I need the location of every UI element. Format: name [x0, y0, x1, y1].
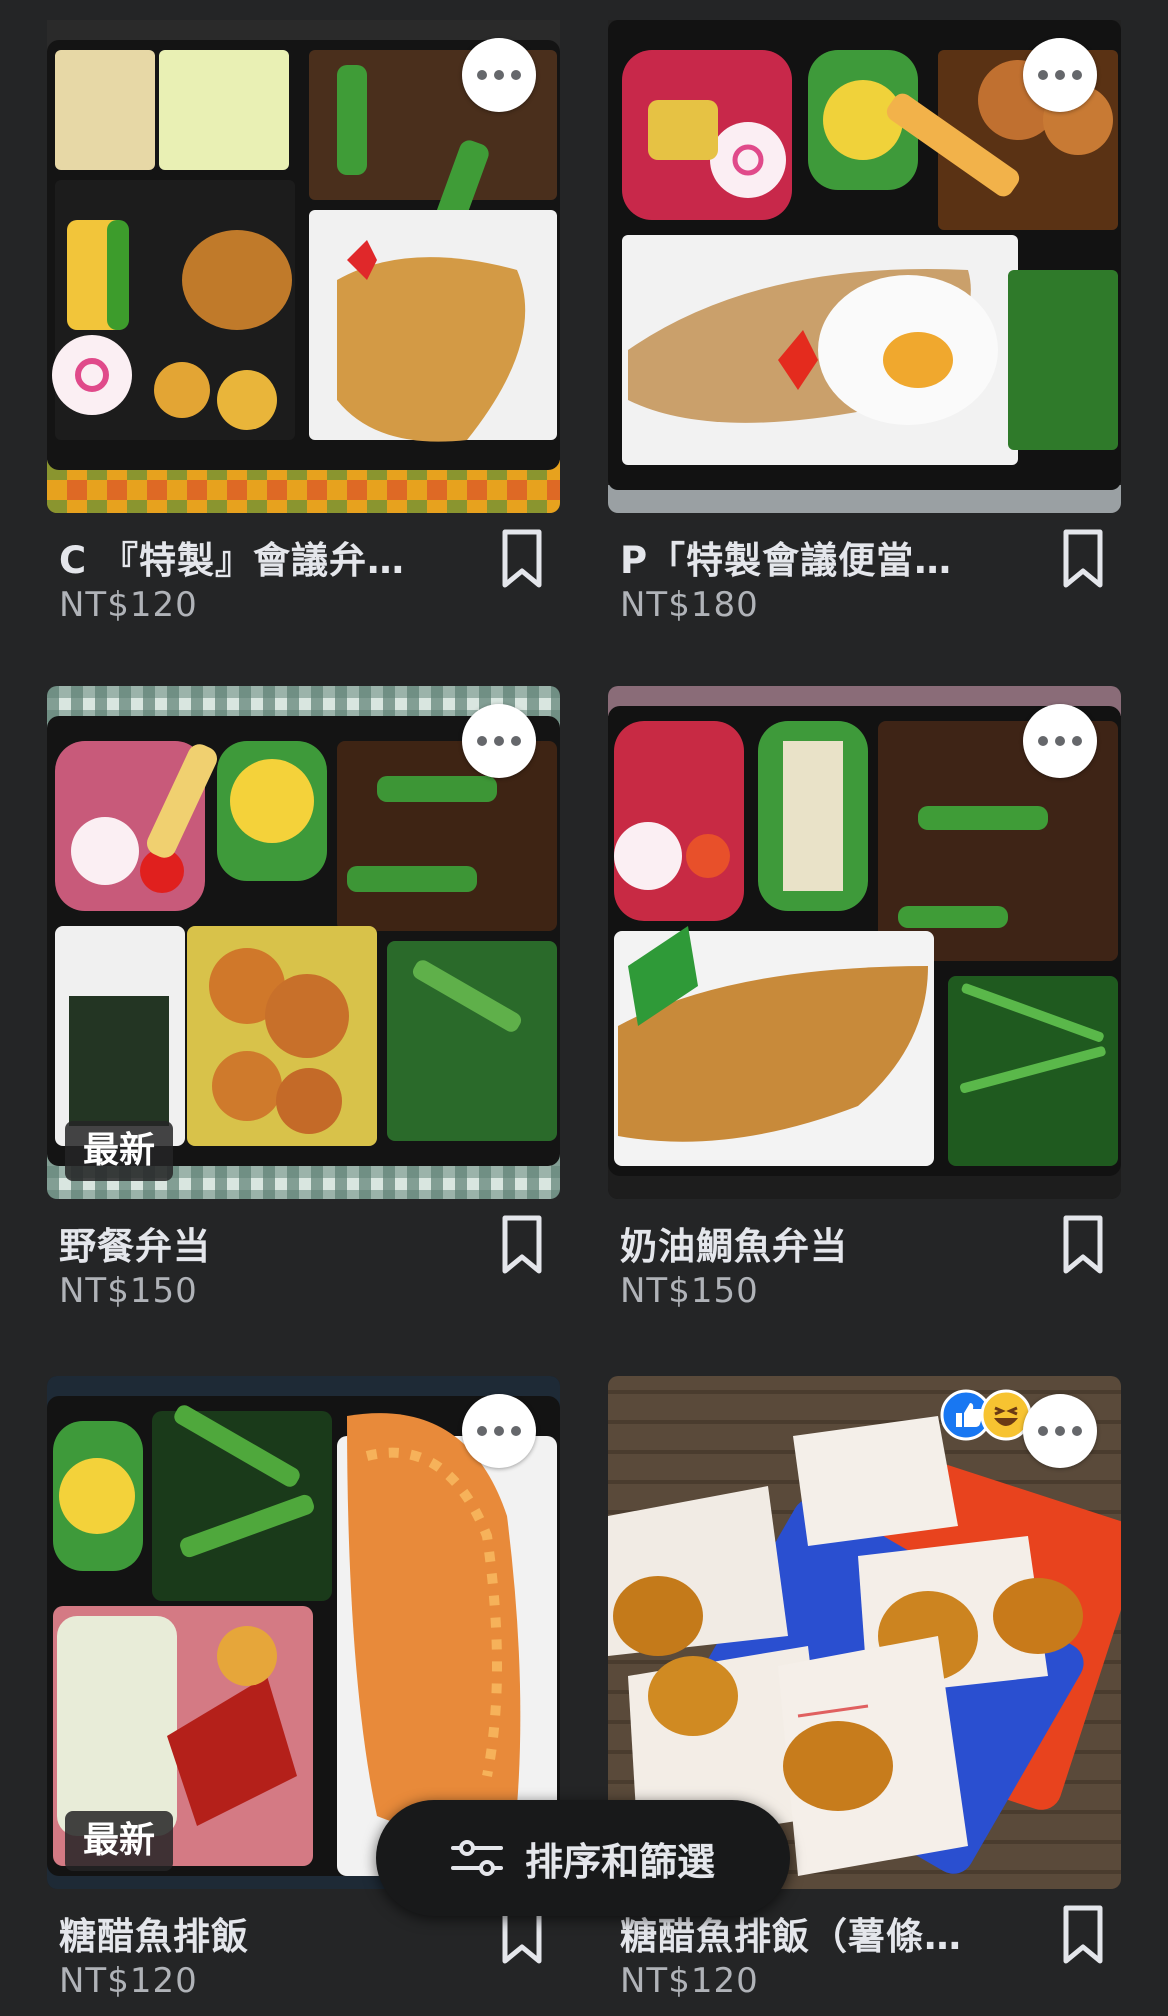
- listing-price: NT$120: [59, 585, 198, 625]
- more-options-button[interactable]: [462, 704, 536, 778]
- listing-price: NT$120: [620, 1961, 759, 2001]
- sort-filter-button[interactable]: 排序和篩選: [376, 1800, 790, 1916]
- new-badge: 最新: [65, 1811, 174, 1871]
- listing-card[interactable]: 最新 野餐弁当 NT$150: [47, 686, 560, 1311]
- dot: [511, 70, 521, 80]
- dot: [494, 736, 504, 746]
- listing-title[interactable]: C 『特製』會議弁…: [59, 530, 405, 584]
- listing-title[interactable]: 糖醋魚排飯: [59, 1906, 249, 1960]
- dot: [511, 736, 521, 746]
- dot: [1072, 736, 1082, 746]
- more-options-button[interactable]: [1023, 704, 1097, 778]
- dot: [1072, 1426, 1082, 1436]
- listing-price: NT$150: [59, 1271, 198, 1311]
- listing-title[interactable]: P「特製會議便當…: [620, 530, 952, 584]
- marketplace-grid: C 『特製』會議弁… NT$120 P「特製會議便當… NT$180 最新 野餐…: [0, 0, 1168, 2016]
- dot: [1055, 736, 1065, 746]
- listing-card[interactable]: C 『特製』會議弁… NT$120: [47, 0, 560, 625]
- reactions: [940, 1389, 1032, 1441]
- more-options-button[interactable]: [1023, 38, 1097, 112]
- dot: [1038, 736, 1048, 746]
- dot: [1038, 1426, 1048, 1436]
- dot: [477, 736, 487, 746]
- more-options-button[interactable]: [462, 1394, 536, 1468]
- listing-price: NT$150: [620, 1271, 759, 1311]
- listing-photo[interactable]: 最新: [47, 686, 560, 1199]
- sliders-icon: [450, 1840, 503, 1876]
- dot: [511, 1426, 521, 1436]
- listing-price: NT$180: [620, 585, 759, 625]
- dot: [477, 70, 487, 80]
- more-options-button[interactable]: [1023, 1394, 1097, 1468]
- dot: [1055, 70, 1065, 80]
- dot: [477, 1426, 487, 1436]
- listing-photo[interactable]: [608, 20, 1121, 513]
- dot: [1055, 1426, 1065, 1436]
- listing-photo[interactable]: [47, 20, 560, 513]
- more-options-button[interactable]: [462, 38, 536, 112]
- listing-title[interactable]: 野餐弁当: [59, 1216, 211, 1270]
- dot: [1038, 70, 1048, 80]
- listing-card[interactable]: P「特製會議便當… NT$180: [608, 0, 1121, 625]
- listing-photo[interactable]: [608, 686, 1121, 1199]
- dot: [494, 70, 504, 80]
- dot: [1072, 70, 1082, 80]
- bookmark-icon[interactable]: [1061, 1214, 1105, 1276]
- bookmark-icon[interactable]: [1061, 1904, 1105, 1966]
- listing-card[interactable]: 奶油鯛魚弁当 NT$150: [608, 686, 1121, 1311]
- bookmark-icon[interactable]: [500, 1214, 544, 1276]
- listing-price: NT$120: [59, 1961, 198, 2001]
- new-badge: 最新: [65, 1121, 174, 1181]
- sort-filter-label: 排序和篩選: [524, 1839, 715, 1884]
- bookmark-icon[interactable]: [1061, 528, 1105, 590]
- listing-title[interactable]: 奶油鯛魚弁当: [620, 1216, 848, 1270]
- bookmark-icon[interactable]: [500, 528, 544, 590]
- dot: [494, 1426, 504, 1436]
